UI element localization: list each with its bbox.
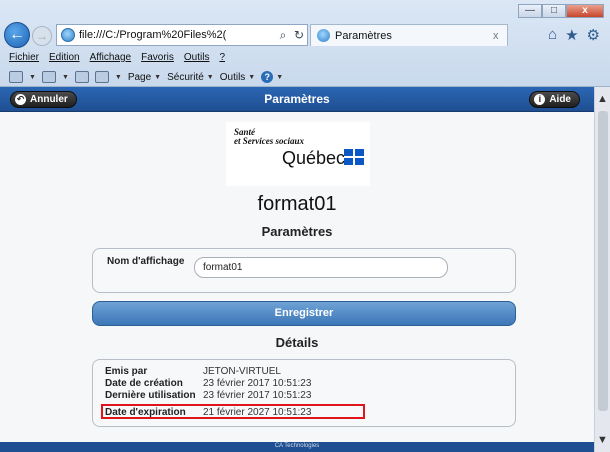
detail-value: 23 février 2017 10:51:23 (203, 378, 312, 389)
browser-chrome: — □ x ← → file:///C:/Program%20Files%2( … (0, 0, 610, 87)
details-heading: Détails (275, 335, 319, 350)
menu-fichier[interactable]: Fichier (9, 52, 39, 67)
scroll-thumb[interactable] (598, 111, 608, 411)
menu-affichage[interactable]: Affichage (90, 52, 132, 67)
footer-text: CA Technologies (274, 443, 320, 449)
parameters-heading: Paramètres (261, 224, 333, 239)
command-bar: ▼ ▼ ▼ Page ▼ Sécurité ▼ Outils ▼ ? ▼ (0, 68, 610, 86)
chevron-down-icon: ▼ (206, 73, 214, 81)
close-window-button[interactable]: x (566, 4, 604, 18)
detail-row-issuer: Emis par JETON-VIRTUEL (105, 366, 281, 377)
address-text[interactable]: file:///C:/Program%20Files%2( (79, 29, 275, 41)
logo-line2: et Services sociaux (234, 136, 304, 146)
quebec-logo: Santé et Services sociaux Québec (226, 122, 370, 186)
page-menu[interactable]: Page ▼ (128, 72, 161, 83)
page-title: Paramètres (264, 92, 330, 106)
print-icon[interactable] (94, 71, 109, 83)
chevron-down-icon: ▼ (248, 73, 256, 81)
detail-value: 23 février 2017 10:51:23 (203, 390, 312, 401)
chevron-down-icon: ▼ (154, 73, 162, 81)
detail-key: Emis par (105, 366, 148, 377)
help-button[interactable]: i Aide (529, 91, 580, 108)
home-page-icon[interactable] (9, 71, 23, 83)
window-controls: — □ x (518, 4, 604, 18)
scroll-up-icon[interactable]: ▲ (597, 93, 608, 105)
menu-bar: Fichier Edition Affichage Favoris Outils… (0, 52, 610, 67)
chevron-down-icon[interactable]: ▼ (62, 74, 69, 81)
detail-key: Date de création (105, 378, 183, 389)
navigation-row: ← → file:///C:/Program%20Files%2( ⌕ ↻ Pa… (4, 22, 606, 50)
menu-outils[interactable]: Outils (184, 52, 210, 67)
tab-label: Paramètres (335, 29, 392, 42)
logo-quebec: Québec (282, 148, 346, 168)
display-name-panel: Nom d'affichage (92, 248, 516, 293)
chevron-down-icon: ▼ (276, 73, 284, 81)
gear-icon[interactable]: ⚙ (587, 26, 600, 44)
app-header: ↶ Annuler Paramètres i Aide (0, 87, 594, 112)
menu-help[interactable]: ? (219, 52, 225, 67)
save-button[interactable]: Enregistrer (92, 301, 516, 326)
tools-menu-label: Outils (219, 71, 246, 83)
maximize-button[interactable]: □ (542, 4, 566, 18)
address-bar[interactable]: file:///C:/Program%20Files%2( ⌕ ↻ (56, 24, 308, 46)
menu-edition[interactable]: Edition (49, 52, 80, 67)
chevron-down-icon[interactable]: ▼ (115, 74, 122, 81)
search-icon[interactable]: ⌕ (275, 28, 291, 43)
back-button[interactable]: ← (4, 22, 30, 48)
footer: CA Technologies (0, 442, 594, 452)
browser-right-icons: ⌂ ★ ⚙ (548, 26, 600, 44)
display-name-input[interactable] (194, 257, 448, 278)
security-menu[interactable]: Sécurité ▼ (167, 72, 214, 83)
tools-menu[interactable]: Outils ▼ (220, 72, 256, 83)
vertical-scrollbar[interactable]: ▲ ▼ (594, 87, 610, 452)
detail-key: Dernière utilisation (105, 390, 196, 401)
detail-row-last-used: Dernière utilisation 23 février 2017 10:… (105, 390, 311, 401)
fleur-de-lis-flag-icon (344, 149, 364, 165)
forward-button[interactable]: → (32, 26, 52, 46)
certificate-name: format01 (257, 193, 337, 215)
menu-favoris[interactable]: Favoris (141, 52, 174, 67)
display-name-label: Nom d'affichage (107, 256, 185, 267)
detail-row-created: Date de création 23 février 2017 10:51:2… (105, 378, 311, 389)
expiration-highlight-box (101, 404, 365, 419)
details-panel: Emis par JETON-VIRTUEL Date de création … (92, 359, 516, 427)
security-menu-label: Sécurité (167, 71, 204, 83)
help-label: Aide (549, 94, 571, 105)
chevron-down-icon[interactable]: ▼ (29, 74, 36, 81)
refresh-icon[interactable]: ↻ (291, 28, 307, 42)
feeds-icon[interactable] (41, 71, 56, 83)
help-menu[interactable]: ? ▼ (261, 71, 283, 83)
tab-close-icon[interactable]: x (493, 30, 507, 42)
tab-page-icon (317, 29, 330, 42)
help-icon: ? (261, 71, 274, 83)
favorites-star-icon[interactable]: ★ (565, 26, 578, 44)
tab-parametres[interactable]: Paramètres x (310, 24, 508, 46)
home-icon[interactable]: ⌂ (548, 26, 557, 44)
minimize-button[interactable]: — (518, 4, 542, 18)
page-icon (61, 28, 75, 42)
info-icon: i (534, 94, 546, 105)
scroll-down-icon[interactable]: ▼ (597, 434, 608, 446)
page-menu-label: Page (127, 71, 152, 83)
mail-icon[interactable] (74, 71, 89, 83)
detail-value: JETON-VIRTUEL (203, 366, 281, 377)
page-viewport: ↶ Annuler Paramètres i Aide Santé et Ser… (0, 87, 594, 452)
